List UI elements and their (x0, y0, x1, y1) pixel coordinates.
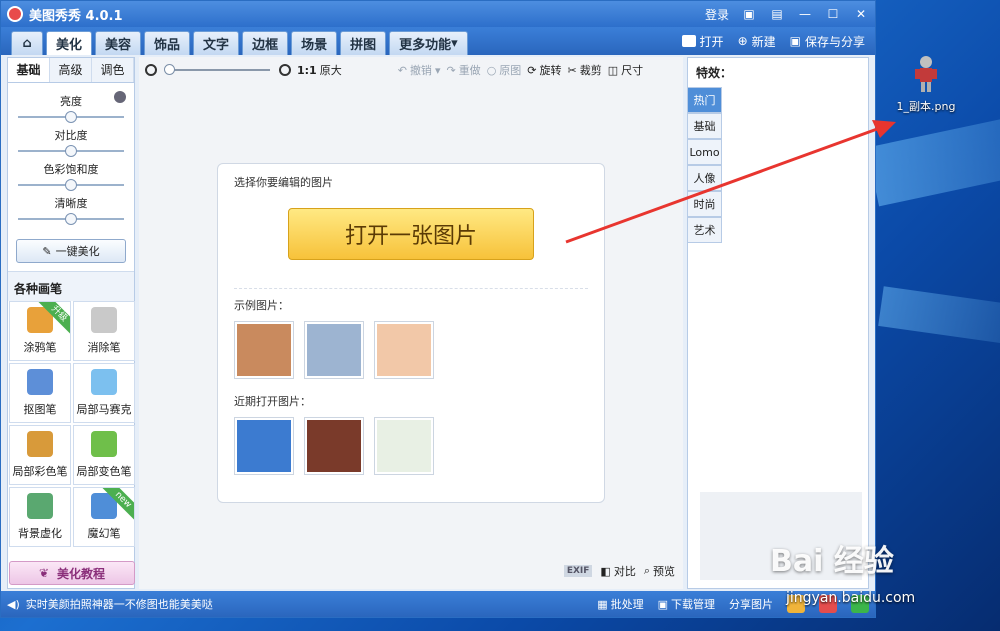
watermark-url: jingyan.baidu.com (786, 590, 916, 606)
watermark-logo: Bai 经验 (770, 544, 894, 579)
